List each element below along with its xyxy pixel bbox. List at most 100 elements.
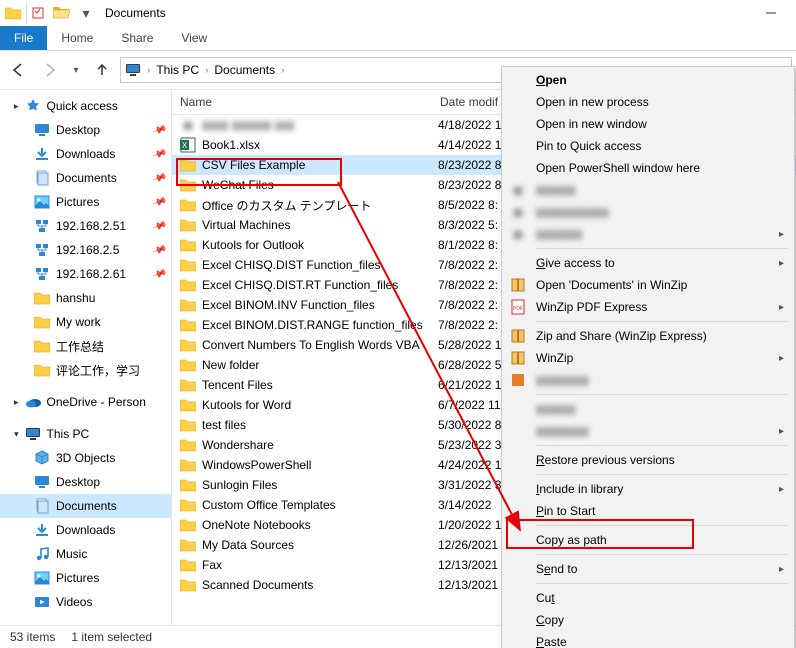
status-items: 53 items	[10, 630, 55, 644]
tab-share[interactable]: Share	[107, 26, 167, 50]
sidebar-item[interactable]: 192.168.2.61📌	[0, 262, 171, 286]
chevron-right-icon[interactable]: ›	[279, 65, 286, 76]
ctx-cut[interactable]: Cut	[502, 587, 794, 609]
tab-view[interactable]: View	[167, 26, 221, 50]
qat-dropdown-icon[interactable]: ▾	[75, 2, 97, 24]
up-button[interactable]	[88, 56, 116, 84]
sidebar-item[interactable]: Desktop	[0, 470, 171, 494]
ctx-restore-previous[interactable]: Restore previous versions	[502, 449, 794, 471]
ctx-open-winzip[interactable]: Open 'Documents' in WinZip	[502, 274, 794, 296]
sidebar-item-label: 192.168.2.61	[56, 267, 126, 281]
history-dropdown[interactable]: ▾	[68, 56, 84, 84]
folder-icon	[34, 362, 50, 378]
ctx-pin-quick-access[interactable]: Pin to Quick access	[502, 135, 794, 157]
ctx-blur1[interactable]: ◼▮▮▮▮▮▮	[502, 179, 794, 201]
onedrive-label: OneDrive - Person	[47, 395, 146, 409]
file-name: Kutools for Word	[202, 398, 438, 412]
sidebar-item[interactable]: Videos	[0, 590, 171, 614]
sidebar-item[interactable]: 评论工作，学习	[0, 358, 171, 382]
ctx-blur3[interactable]: ◼▮▮▮▮▮▮▮▸	[502, 223, 794, 245]
ctx-copy-as-path[interactable]: Copy as path	[502, 529, 794, 551]
downloads-icon	[34, 146, 50, 162]
ctx-blur5[interactable]: ▮▮▮▮▮▮	[502, 398, 794, 420]
sidebar-item[interactable]: 工作总结	[0, 334, 171, 358]
file-icon: ◼	[180, 117, 196, 133]
ctx-blur6[interactable]: ▮▮▮▮▮▮▮▮▸	[502, 420, 794, 442]
ctx-open-powershell[interactable]: Open PowerShell window here	[502, 157, 794, 179]
ctx-copy[interactable]: Copy	[502, 609, 794, 631]
breadcrumb-documents[interactable]: Documents	[214, 63, 275, 77]
music-icon	[34, 546, 50, 562]
sidebar-item[interactable]: Documents	[0, 494, 171, 518]
onedrive-header[interactable]: ▸ OneDrive - Person	[0, 390, 171, 414]
sidebar-item[interactable]: Documents📌	[0, 166, 171, 190]
sidebar-item[interactable]: Pictures📌	[0, 190, 171, 214]
file-name: Excel CHISQ.DIST.RT Function_files	[202, 278, 438, 292]
ctx-open-new-window[interactable]: Open in new window	[502, 113, 794, 135]
sidebar-item[interactable]: Downloads📌	[0, 142, 171, 166]
file-name: Excel BINOM.INV Function_files	[202, 298, 438, 312]
sidebar-item[interactable]: Music	[0, 542, 171, 566]
file-name: Sunlogin Files	[202, 478, 438, 492]
star-icon	[25, 98, 41, 114]
folder-icon	[180, 237, 196, 253]
folder-icon	[180, 477, 196, 493]
file-name: WeChat Files	[202, 178, 438, 192]
sidebar-item[interactable]: hanshu	[0, 286, 171, 310]
folder-icon	[34, 338, 50, 354]
ctx-open[interactable]: Open	[502, 69, 794, 91]
folder-icon	[180, 297, 196, 313]
chevron-right-icon: ▸	[779, 353, 784, 364]
sidebar-item-label: Downloads	[56, 523, 115, 537]
minimize-button[interactable]	[748, 0, 794, 26]
folder-icon	[51, 2, 73, 24]
chevron-down-icon: ▸	[11, 432, 22, 437]
ctx-give-access-to[interactable]: Give access to▸	[502, 252, 794, 274]
this-pc-label: This PC	[47, 427, 90, 441]
this-pc-header[interactable]: ▸ This PC	[0, 422, 171, 446]
sidebar-item-label: 192.168.2.51	[56, 219, 126, 233]
folder-icon	[2, 2, 24, 24]
desktop-icon	[34, 474, 50, 490]
ctx-paste[interactable]: Paste	[502, 631, 794, 648]
file-name: OneNote Notebooks	[202, 518, 438, 532]
breadcrumb-thispc[interactable]: This PC	[156, 63, 199, 77]
ctx-pin-to-start[interactable]: Pin to Start	[502, 500, 794, 522]
sidebar-item[interactable]: 192.168.2.5📌	[0, 238, 171, 262]
ctx-send-to[interactable]: Send to▸	[502, 558, 794, 580]
forward-button[interactable]	[36, 56, 64, 84]
ctx-winzip-submenu[interactable]: WinZip▸	[502, 347, 794, 369]
file-name: Excel BINOM.DIST.RANGE function_files	[202, 318, 438, 332]
column-name[interactable]: Name	[172, 95, 440, 109]
pictures-icon	[34, 570, 50, 586]
sidebar-item[interactable]: Pictures	[0, 566, 171, 590]
folder-icon	[180, 577, 196, 593]
pin-icon: 📌	[151, 170, 167, 185]
tab-home[interactable]: Home	[47, 26, 107, 50]
ctx-open-new-process[interactable]: Open in new process	[502, 91, 794, 113]
onedrive-icon	[25, 394, 41, 410]
qat-properties-icon[interactable]	[26, 2, 49, 24]
chevron-right-icon: ▸	[779, 426, 784, 437]
context-menu: Open Open in new process Open in new win…	[501, 66, 795, 648]
sidebar-item[interactable]: My work	[0, 310, 171, 334]
chevron-right-icon[interactable]: ›	[145, 65, 152, 76]
ctx-zip-share[interactable]: Zip and Share (WinZip Express)	[502, 325, 794, 347]
chevron-right-icon[interactable]: ›	[203, 65, 210, 76]
ctx-blur2[interactable]: ◼▮▮▮▮▮▮▮▮▮▮▮	[502, 201, 794, 223]
ctx-include-in-library[interactable]: Include in library▸	[502, 478, 794, 500]
sidebar-item[interactable]: Desktop📌	[0, 118, 171, 142]
ctx-winzip-pdf[interactable]: WinZip PDF Express▸	[502, 296, 794, 318]
sidebar-item[interactable]: 192.168.2.51 📌	[0, 214, 171, 238]
file-name: My Data Sources	[202, 538, 438, 552]
quick-access-header[interactable]: ▸ Quick access	[0, 94, 171, 118]
sidebar-item[interactable]: Downloads	[0, 518, 171, 542]
sidebar-item[interactable]: 3D Objects	[0, 446, 171, 470]
pin-icon: 📌	[151, 218, 167, 233]
back-button[interactable]	[4, 56, 32, 84]
folder-icon	[180, 517, 196, 533]
ctx-blur4[interactable]: ▮▮▮▮▮▮▮▮	[502, 369, 794, 391]
tab-file[interactable]: File	[0, 26, 47, 50]
pc-icon	[25, 426, 41, 442]
folder-icon	[180, 557, 196, 573]
